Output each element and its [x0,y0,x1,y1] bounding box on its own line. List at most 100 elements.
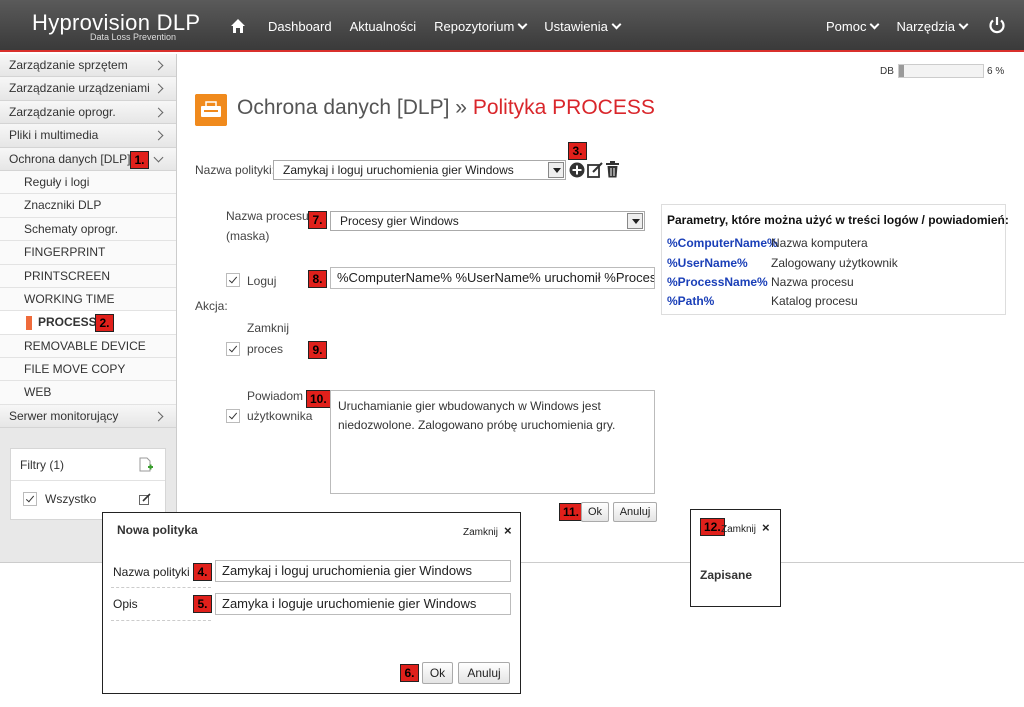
page-title-accent: Polityka PROCESS [472,96,655,119]
top-bar: Hyprovision DLP Data Loss Prevention Das… [0,0,1024,52]
parameters-heading: Parametry, które można użyć w treści log… [667,213,1009,227]
edit-icon[interactable] [139,493,151,505]
dialog-separator [111,620,211,621]
page-icon [195,94,227,126]
parameter-key: %UserName% [667,256,748,270]
step-badge-6: 6. [400,664,419,682]
home-icon[interactable] [230,18,246,34]
nav-settings[interactable]: Ustawienia [544,19,622,34]
sidebar-subitem-process[interactable]: PROCESS 2. [0,311,176,335]
process-name-label: Nazwa procesu [226,209,309,223]
sidebar-item-dlp[interactable]: Ochrona danych [DLP] 1. [0,147,176,171]
step-badge-2: 2. [95,314,114,333]
sidebar-item-devices[interactable]: Zarządzanie urządzeniami [0,77,176,101]
sidebar-item-software[interactable]: Zarządzanie oprogr. [0,100,176,125]
log-label: Loguj [247,274,277,288]
ok-button[interactable]: Ok [581,502,609,522]
parameter-row: %ProcessName% Nazwa procesu [667,275,854,289]
dropdown-arrow-icon[interactable] [627,213,643,229]
chevron-down-icon [517,19,528,29]
parameters-panel: Parametry, które można użyć w treści log… [661,204,1009,315]
edit-policy-icon[interactable] [587,162,603,178]
dialog-cancel-button[interactable]: Anuluj [458,662,510,684]
sidebar-item-server[interactable]: Serwer monitorujący [0,404,176,429]
chevron-right-icon [153,60,164,71]
filter-checkbox[interactable] [23,492,37,506]
sidebar-item-hardware[interactable]: Zarządzanie sprzętem [0,54,176,78]
step-badge-5: 5. [193,595,212,613]
dialog-close-label: Zamknij [463,527,499,538]
sidebar-subitem-removable[interactable]: REMOVABLE DEVICE [0,334,176,359]
parameter-desc: Nazwa komputera [771,236,868,250]
dialog-desc-input[interactable]: Zamyka i loguje uruchomienie gier Window… [215,593,511,615]
nav-help[interactable]: Pomoc [826,19,880,34]
nav-dashboard[interactable]: Dashboard [268,19,332,34]
dialog-separator [111,587,211,588]
dropdown-arrow-icon[interactable] [548,162,564,178]
active-marker [26,316,32,331]
parameter-key: %Path% [667,294,715,308]
sidebar-subitem-tags[interactable]: Znaczniki DLP [0,194,176,218]
filters-panel: Filtry (1) Wszystko [10,448,166,520]
dialog-ok-button[interactable]: Ok [422,662,453,684]
dialog-close-button[interactable]: Zamknij × [463,523,512,538]
log-input[interactable]: %ComputerName% %UserName% uruchomił %Pro… [330,267,655,289]
sidebar-subitem-rules[interactable]: Reguły i logi [0,170,176,195]
parameter-desc: Zalogowany użytkownik [771,256,898,270]
sidebar-subitem-fingerprint[interactable]: FINGERPRINT [0,241,176,265]
process-select[interactable]: Procesy gier Windows [330,211,645,231]
sidebar-item-label: Zarządzanie sprzętem [9,58,128,72]
nav-tools[interactable]: Narzędzia [896,18,969,34]
add-filter-icon[interactable] [139,457,153,473]
main-nav: Dashboard Aktualności Repozytorium Ustaw… [230,0,638,52]
sidebar-item-files[interactable]: Pliki i multimedia [0,124,176,148]
right-nav: Pomoc Narzędzia [826,0,985,52]
sidebar-item-label: Zarządzanie urządzeniami [9,81,150,96]
nav-tools-label: Narzędzia [896,18,955,34]
parameter-desc: Katalog procesu [771,294,858,308]
db-label: DB [880,66,894,77]
chevron-down-icon [870,19,880,29]
brand-subtitle: Data Loss Prevention [90,32,177,42]
dialog-title: Nowa polityka [117,523,198,537]
policy-name-select[interactable]: Zamykaj i loguj uruchomienia gier Window… [273,160,566,180]
filters-title: Filtry (1) [20,458,64,472]
close-process-checkbox[interactable] [226,342,240,356]
action-label: Akcja: [195,299,228,313]
chevron-down-icon [958,19,969,29]
sidebar-subitem-schemes[interactable]: Schematy oprogr. [0,217,176,242]
notify-label-1: Powiadom [247,389,304,403]
step-badge-4: 4. [193,563,212,581]
parameter-row: %UserName% Zalogowany użytkownik [667,256,898,270]
saved-close-button[interactable]: Zamknij × [721,520,770,535]
page-title: Ochrona danych [DLP] » Polityka PROCESS [237,96,655,120]
trash-icon[interactable] [605,161,620,178]
sidebar-subitem-working-time[interactable]: WORKING TIME [0,287,176,312]
add-icon[interactable] [569,162,585,178]
chevron-down-icon [611,19,622,29]
cancel-button[interactable]: Anuluj [613,502,657,522]
sidebar-item-label: Pliki i multimedia [9,128,99,143]
brand-logo[interactable]: Hyprovision DLP Data Loss Prevention [32,10,200,42]
log-checkbox[interactable] [226,273,240,287]
notify-checkbox[interactable] [226,409,240,423]
sidebar-item-label: Zarządzanie oprogr. [9,104,116,119]
step-badge-7: 7. [308,211,327,229]
sidebar-subitem-file-move[interactable]: FILE MOVE COPY [0,358,176,382]
process-mask-label: (maska) [226,229,270,243]
close-process-label-2: proces [247,342,284,356]
page-title-prefix: Ochrona danych [DLP] » [237,96,473,119]
sidebar-subitem-label: PROCESS [38,315,97,330]
step-badge-9: 9. [308,341,327,359]
dialog-name-input[interactable]: Zamykaj i loguj uruchomienia gier Window… [215,560,511,582]
notify-textarea[interactable]: Uruchamianie gier wbudowanych w Windows … [330,390,655,494]
nav-repository-label: Repozytorium [434,18,515,34]
sidebar-subitem-printscreen[interactable]: PRINTSCREEN [0,264,176,288]
nav-repository[interactable]: Repozytorium [434,18,528,34]
process-value: Procesy gier Windows [340,214,459,228]
db-usage-value: 6 % [987,66,1005,77]
sidebar-subitem-web[interactable]: WEB [0,381,176,405]
saved-message: Zapisane [700,568,753,582]
power-icon[interactable] [988,16,1006,34]
nav-news[interactable]: Aktualności [350,19,416,34]
